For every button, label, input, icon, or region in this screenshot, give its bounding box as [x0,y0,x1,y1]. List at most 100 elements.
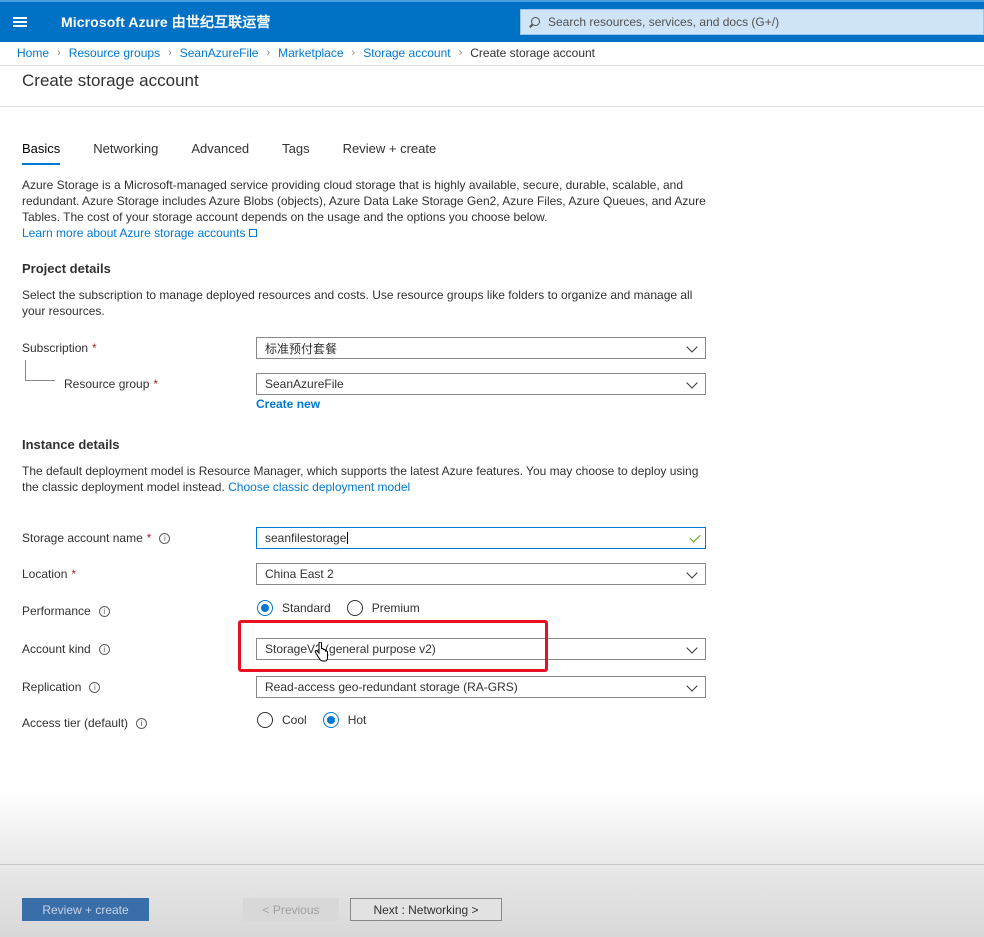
radio-selected[interactable] [257,600,273,616]
subscription-select[interactable]: 标准预付套餐 [256,337,706,359]
performance-premium-option[interactable]: Premium [346,600,420,616]
info-icon[interactable]: i [89,681,101,693]
replication-label-text: Replication [22,680,82,694]
access-tier-radio-group: Cool Hot [257,712,382,728]
instance-details-heading: Instance details [22,437,120,452]
info-icon[interactable]: i [98,605,110,617]
radio-unselected[interactable] [346,600,363,616]
required-mark: * [146,531,152,545]
account-kind-label-text: Account kind [22,642,91,656]
chevron-right-icon: › [266,47,271,59]
review-create-button[interactable]: Review + create [22,898,149,921]
chevron-right-icon: › [351,47,356,59]
resource-group-value: SeanAzureFile [265,377,344,391]
top-bar: Microsoft Azure 由世纪互联运营 Search resources… [0,0,984,42]
brand-title[interactable]: Microsoft Azure 由世纪互联运营 [61,12,270,32]
location-select[interactable]: China East 2 [256,563,706,585]
performance-standard-label: Standard [282,601,331,615]
search-input[interactable]: Search resources, services, and docs (G+… [520,9,984,35]
resource-group-select[interactable]: SeanAzureFile [256,373,706,395]
info-icon[interactable]: i [136,717,148,729]
replication-value: Read-access geo-redundant storage (RA-GR… [265,680,518,694]
subscription-value: 标准预付套餐 [265,341,338,356]
divider [0,65,984,66]
replication-select[interactable]: Read-access geo-redundant storage (RA-GR… [256,676,706,698]
chevron-down-icon [686,377,698,389]
checkmark-icon [689,531,701,543]
chevron-right-icon: › [57,47,61,59]
storage-account-name-label: Storage account name * i [22,531,171,545]
required-mark: * [153,377,159,391]
access-tier-cool-option[interactable]: Cool [257,712,307,728]
project-details-heading: Project details [22,261,111,276]
intro-description: Azure Storage is a Microsoft-managed ser… [22,177,712,241]
tab-advanced[interactable]: Advanced [191,141,257,165]
page-title: Create storage account [22,71,199,90]
required-mark: * [92,341,97,355]
divider [0,106,984,107]
tab-bar: Basics Networking Advanced Tags Review +… [22,141,469,165]
text-caret [347,532,349,544]
create-new-link[interactable]: Create new [256,397,320,411]
intro-text: Azure Storage is a Microsoft-managed ser… [22,178,706,224]
breadcrumb-resource-group[interactable]: SeanAzureFile [180,46,259,60]
access-tier-label-text: Access tier (default) [22,716,129,730]
location-label: Location * [22,567,76,581]
storage-account-name-input[interactable]: seanfilestorage [256,527,706,549]
next-networking-button[interactable]: Next : Networking > [350,898,502,921]
breadcrumb: Home › Resource groups › SeanAzureFile › Ma… [17,45,595,61]
breadcrumb-resource-groups[interactable]: Resource groups [69,46,160,60]
breadcrumb-storage-account[interactable]: Storage account [363,46,450,60]
storage-account-name-label-text: Storage account name [22,531,143,545]
replication-label: Replication i [22,680,101,694]
annotation-highlight-box [238,620,548,672]
access-tier-hot-option[interactable]: Hot [322,712,367,728]
learn-more-link[interactable]: Learn more about Azure storage accounts [22,226,245,240]
tab-basics[interactable]: Basics [14,141,68,165]
project-description: Select the subscription to manage deploy… [22,288,693,318]
chevron-down-icon [686,567,698,579]
tab-tags[interactable]: Tags [282,141,317,165]
storage-account-name-value: seanfilestorage [265,531,347,545]
classic-deployment-link[interactable]: Choose classic deployment model [228,480,410,494]
account-kind-label: Account kind i [22,642,110,656]
external-link-icon [249,229,258,237]
radio-selected[interactable] [322,712,339,728]
instance-description: The default deployment model is Resource… [22,463,712,495]
search-icon [529,16,540,28]
chevron-right-icon: › [168,47,172,59]
performance-label-text: Performance [22,604,91,618]
subscription-label-text: Subscription [22,341,89,355]
divider [0,864,984,865]
performance-standard-option[interactable]: Standard [257,600,331,616]
performance-label: Performance i [22,604,110,618]
hand-cursor-icon [314,642,328,662]
search-placeholder: Search resources, services, and docs (G+… [548,15,780,29]
access-tier-label: Access tier (default) i [22,716,148,730]
previous-button[interactable]: < Previous [243,898,339,921]
performance-premium-label: Premium [371,601,420,615]
tab-networking[interactable]: Networking [93,141,166,165]
subscription-label: Subscription * [22,341,97,355]
breadcrumb-marketplace[interactable]: Marketplace [278,46,343,60]
resource-group-label: Resource group * [64,377,158,391]
required-mark: * [71,567,77,581]
location-label-text: Location [22,567,68,581]
chevron-down-icon [686,642,698,654]
location-value: China East 2 [265,567,334,581]
breadcrumb-home[interactable]: Home [17,46,49,60]
breadcrumb-current: Create storage account [470,46,596,60]
chevron-right-icon: › [458,47,463,59]
tree-connector [25,360,55,381]
chevron-down-icon [686,680,698,692]
access-tier-hot-label: Hot [347,713,367,727]
info-icon[interactable]: i [98,643,110,655]
radio-unselected[interactable] [257,712,273,728]
tab-review-create[interactable]: Review + create [343,141,445,165]
access-tier-cool-label: Cool [282,713,307,727]
menu-icon[interactable] [0,2,40,42]
info-icon[interactable]: i [159,532,171,544]
chevron-down-icon [686,341,698,353]
performance-radio-group: Standard Premium [257,600,436,616]
resource-group-label-text: Resource group [64,377,150,391]
